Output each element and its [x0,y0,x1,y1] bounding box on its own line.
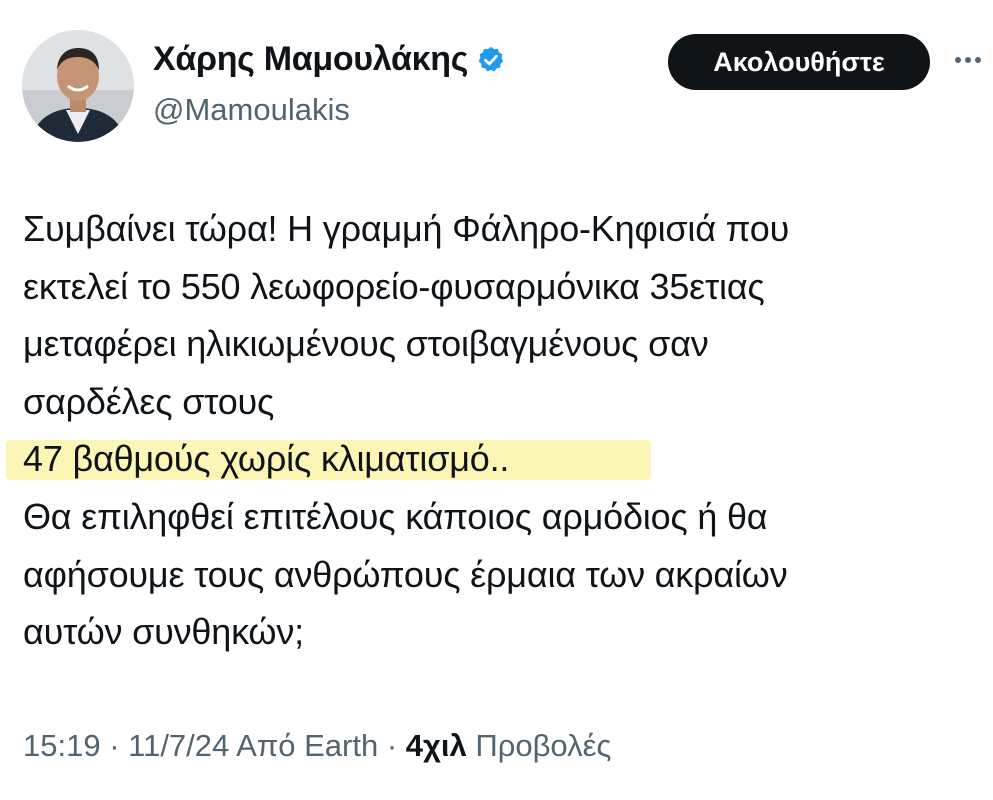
tweet-source: Από Earth [229,728,379,763]
author-handle[interactable]: @Mamoulakis [153,92,350,128]
tweet-card: Χάρης Μαμουλάκης @Mamoulakis Ακολουθήστε… [0,0,993,800]
meta-separator: · [378,728,406,763]
tweet-line: Συμβαίνει τώρα! Η γραμμή Φάληρο-Κηφισιά … [23,208,790,249]
tweet-meta: 15:19 · 11/7/24 Από Earth · 4χιλ Προβολέ… [23,728,611,764]
tweet-line: αφήσουμε τους ανθρώπους έρμαια των ακραί… [23,553,788,595]
verified-badge-icon [476,45,506,75]
profile-photo [22,30,134,142]
tweet-line: εκτελεί το 550 λεωφορείο-φυσαρμόνικα 35ε… [23,265,765,307]
views-label: Προβολές [466,728,612,763]
tweet-line: Θα επιληφθεί επιτέλους κάποιος αρμόδιος … [23,495,768,537]
views-count[interactable]: 4χιλ [406,728,467,763]
author-display-name[interactable]: Χάρης Μαμουλάκης [153,40,468,79]
tweet-text: Συμβαίνει τώρα! Η γραμμή Φάληρο-Κηφισιά … [23,200,983,661]
more-horizontal-icon[interactable] [950,42,986,78]
tweet-line: αυτών συνθηκών; [23,611,304,653]
tweet-date[interactable]: 11/7/24 [128,728,229,763]
meta-separator: · [100,728,129,763]
author-name-row[interactable]: Χάρης Μαμουλάκης [153,40,506,79]
tweet-line: σαρδέλες στους [23,380,275,422]
follow-button[interactable]: Ακολουθήστε [668,34,930,90]
avatar[interactable] [22,30,134,142]
tweet-line: μεταφέρει ηλικιωμένους στοιβαγμένους σαν [23,323,709,365]
tweet-line-highlighted: 47 βαθμούς χωρίς κλιματισμό.. [23,438,510,480]
tweet-time[interactable]: 15:19 [23,728,101,763]
